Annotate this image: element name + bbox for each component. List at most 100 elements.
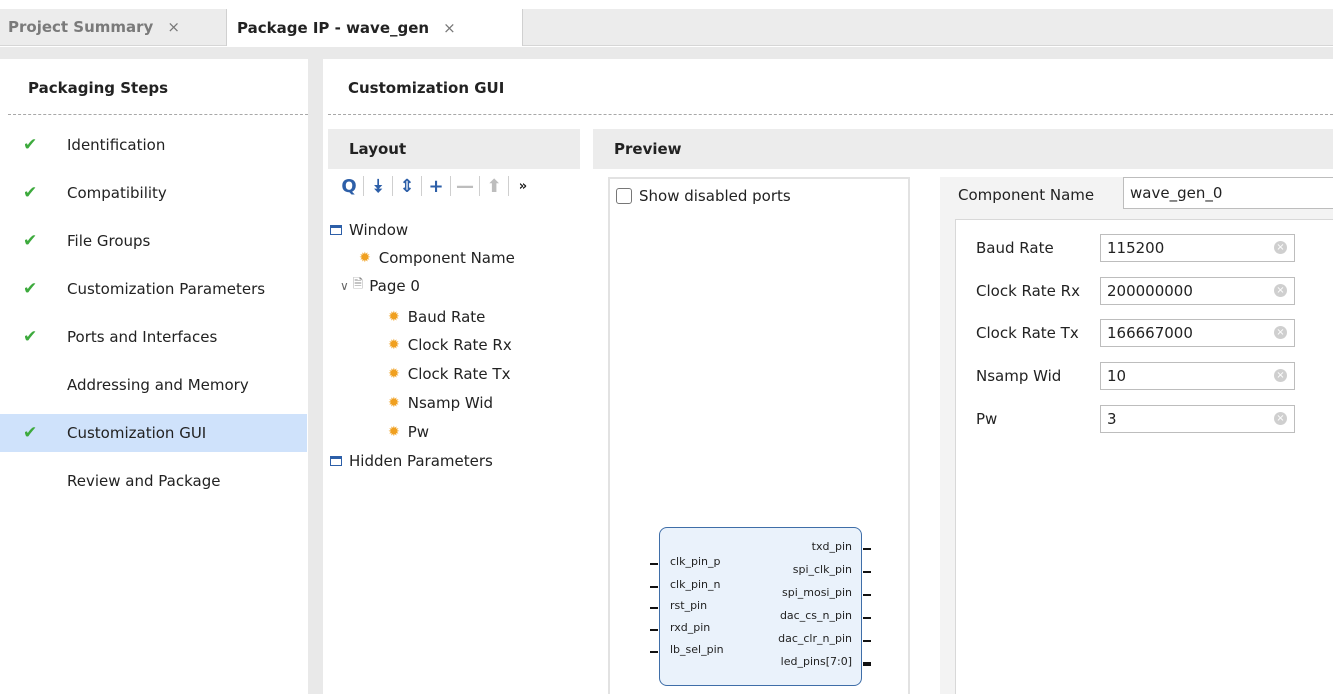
show-disabled-ports-checkbox[interactable] xyxy=(616,188,632,204)
step-customization-parameters[interactable]: ✔ Customization Parameters xyxy=(0,270,307,308)
tree-item-clock-rate-rx[interactable]: ✹ Clock Rate Rx xyxy=(388,333,512,356)
toolbar-separator xyxy=(421,176,422,196)
preview-title: Preview xyxy=(614,140,682,158)
param-label-pw: Pw xyxy=(976,410,998,428)
tree-item-hidden-parameters[interactable]: Hidden Parameters xyxy=(330,449,493,472)
pin-stub xyxy=(863,594,871,596)
nsamp-wid-field[interactable]: 10 × xyxy=(1100,362,1295,390)
close-icon[interactable]: × xyxy=(167,18,180,36)
chevron-down-icon[interactable]: ∨ xyxy=(340,279,349,293)
input-pin-label: rst_pin xyxy=(670,599,708,612)
baud-rate-field[interactable]: 115200 × xyxy=(1100,234,1295,262)
tree-label: Component Name xyxy=(378,248,515,267)
add-icon[interactable]: + xyxy=(424,176,448,197)
show-disabled-ports-label: Show disabled ports xyxy=(639,187,791,205)
tree-item-baud-rate[interactable]: ✹ Baud Rate xyxy=(388,305,485,328)
gear-icon: ✹ xyxy=(388,336,400,353)
step-label: Addressing and Memory xyxy=(67,376,249,394)
pin-stub xyxy=(650,629,658,631)
check-icon: ✔ xyxy=(23,423,38,443)
clear-icon[interactable]: × xyxy=(1274,369,1287,382)
pin-stub xyxy=(863,617,871,619)
gear-icon: ✹ xyxy=(359,249,371,266)
clear-icon[interactable]: × xyxy=(1274,241,1287,254)
step-label: Customization GUI xyxy=(67,424,207,442)
clock-rate-rx-field[interactable]: 200000000 × xyxy=(1100,277,1295,305)
input-pin-label: rxd_pin xyxy=(670,621,711,634)
tree-label: Nsamp Wid xyxy=(407,393,494,412)
divider xyxy=(8,114,308,115)
param-label-clock-rate-rx: Clock Rate Rx xyxy=(976,282,1080,300)
collapse-all-icon[interactable]: ⯯ xyxy=(366,176,390,197)
bus-pin-stub xyxy=(863,662,871,666)
pw-field[interactable]: 3 × xyxy=(1100,405,1295,433)
clear-icon[interactable]: × xyxy=(1274,412,1287,425)
layout-header: Layout xyxy=(328,129,580,169)
clear-icon[interactable]: × xyxy=(1274,326,1287,339)
component-name-label: Component Name xyxy=(958,186,1095,204)
clock-rate-tx-field[interactable]: 166667000 × xyxy=(1100,319,1295,347)
step-label: Identification xyxy=(67,136,166,154)
step-review-and-package[interactable]: Review and Package xyxy=(0,462,307,500)
toolbar-separator xyxy=(479,176,480,196)
output-pin-label: dac_cs_n_pin xyxy=(779,609,852,622)
tree-item-pw[interactable]: ✹ Pw xyxy=(388,420,429,443)
tree-label: Baud Rate xyxy=(407,307,486,326)
pin-stub xyxy=(863,640,871,642)
pin-stub xyxy=(863,571,871,573)
pin-stub xyxy=(650,586,658,588)
field-value: 10 xyxy=(1107,367,1127,385)
pin-stub xyxy=(650,563,658,565)
step-customization-gui[interactable]: ✔ Customization GUI xyxy=(0,414,307,452)
check-icon: ✔ xyxy=(23,183,38,203)
tree-item-page-0[interactable]: ∨ 🗎 Page 0 xyxy=(340,274,420,297)
param-label-baud-rate: Baud Rate xyxy=(976,239,1054,257)
step-addressing-and-memory[interactable]: Addressing and Memory xyxy=(0,366,307,404)
param-label-nsamp-wid: Nsamp Wid xyxy=(976,367,1062,385)
tree-item-component-name[interactable]: ✹ Component Name xyxy=(359,246,515,269)
preview-header: Preview xyxy=(593,129,1333,169)
step-compatibility[interactable]: ✔ Compatibility xyxy=(0,174,307,212)
gear-icon: ✹ xyxy=(388,423,400,440)
packaging-steps-title: Packaging Steps xyxy=(28,79,169,97)
param-label-clock-rate-tx: Clock Rate Tx xyxy=(976,324,1079,342)
clear-icon[interactable]: × xyxy=(1274,284,1287,297)
search-icon[interactable]: Q xyxy=(337,176,361,197)
component-name-field[interactable]: wave_gen_0 xyxy=(1123,177,1333,209)
close-icon[interactable]: × xyxy=(443,19,456,37)
remove-icon[interactable]: — xyxy=(453,176,477,197)
step-identification[interactable]: ✔ Identification xyxy=(0,126,307,164)
pin-stub xyxy=(650,651,658,653)
input-pin-label: clk_pin_n xyxy=(670,578,721,591)
tab-label: Project Summary xyxy=(8,18,154,36)
input-pin-label: clk_pin_p xyxy=(670,555,721,568)
output-pin-label: spi_mosi_pin xyxy=(781,586,852,599)
step-label: Review and Package xyxy=(67,472,221,490)
check-icon: ✔ xyxy=(23,231,38,251)
gear-icon: ✹ xyxy=(388,394,400,411)
check-icon: ✔ xyxy=(23,279,38,299)
tab-package-ip[interactable]: Package IP - wave_gen × xyxy=(226,9,523,46)
more-icon[interactable]: » xyxy=(511,179,535,194)
input-pin-label: lb_sel_pin xyxy=(670,643,724,656)
field-value: 200000000 xyxy=(1107,282,1193,300)
show-disabled-ports-option[interactable]: Show disabled ports xyxy=(616,187,791,205)
component-name-value: wave_gen_0 xyxy=(1130,184,1223,202)
step-ports-and-interfaces[interactable]: ✔ Ports and Interfaces xyxy=(0,318,307,356)
gear-icon: ✹ xyxy=(388,365,400,382)
pin-stub xyxy=(650,607,658,609)
toolbar-separator xyxy=(392,176,393,196)
expand-all-icon[interactable]: ⇕ xyxy=(395,176,419,197)
toolbar-separator xyxy=(363,176,364,196)
tree-item-window[interactable]: Window xyxy=(330,218,408,241)
tree-label: Page 0 xyxy=(369,276,420,295)
tree-item-clock-rate-tx[interactable]: ✹ Clock Rate Tx xyxy=(388,362,510,385)
move-up-icon[interactable]: ⬆ xyxy=(482,176,506,197)
toolbar-separator xyxy=(508,176,509,196)
step-file-groups[interactable]: ✔ File Groups xyxy=(0,222,307,260)
output-pin-label: led_pins[7:0] xyxy=(780,655,852,668)
tab-project-summary[interactable]: Project Summary × xyxy=(0,9,234,45)
tree-item-nsamp-wid[interactable]: ✹ Nsamp Wid xyxy=(388,391,493,414)
divider xyxy=(328,114,1333,115)
tree-label: Clock Rate Rx xyxy=(407,335,512,354)
